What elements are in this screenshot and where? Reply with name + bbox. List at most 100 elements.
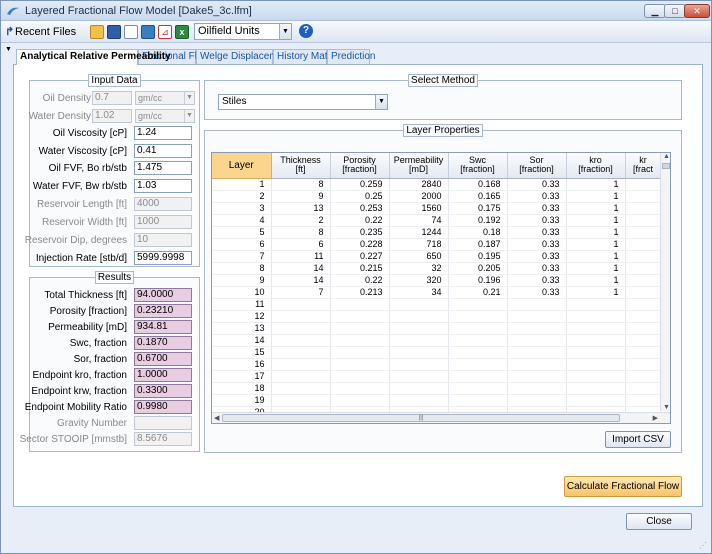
tab-history-match[interactable]: History Match — [273, 49, 338, 64]
table-cell[interactable]: 0.175 — [448, 202, 508, 215]
table-cell[interactable]: 0.33 — [507, 190, 567, 203]
horizontal-scrollbar[interactable]: ◀ ||| ▶ — [212, 412, 670, 423]
table-cell[interactable] — [271, 394, 331, 407]
table-cell[interactable]: 1 — [566, 202, 626, 215]
table-cell[interactable]: 9 — [271, 190, 331, 203]
table-cell[interactable] — [448, 394, 508, 407]
table-cell[interactable] — [448, 370, 508, 383]
excel-icon[interactable]: x — [175, 25, 189, 39]
table-cell[interactable] — [389, 334, 449, 347]
table-cell[interactable]: 0.21 — [448, 286, 508, 299]
water-viscosity-field[interactable]: 0.41 — [134, 144, 192, 158]
table-cell[interactable] — [448, 346, 508, 359]
table-row[interactable]: 15 — [212, 346, 662, 359]
table-cell[interactable] — [507, 298, 567, 311]
layer-number-cell[interactable]: 8 — [212, 262, 272, 275]
column-header[interactable]: Swc [fraction] — [448, 153, 508, 179]
column-header[interactable]: Thickness [ft] — [271, 153, 331, 179]
table-cell[interactable]: 0.195 — [448, 250, 508, 263]
table-cell[interactable] — [507, 334, 567, 347]
table-cell[interactable] — [330, 334, 390, 347]
table-cell[interactable]: 1560 — [389, 202, 449, 215]
table-cell[interactable]: 0.18 — [448, 226, 508, 239]
table-row[interactable]: 4 2 0.22 74 0.192 0.33 1 — [212, 214, 662, 227]
layer-number-cell[interactable]: 19 — [212, 394, 272, 407]
table-cell[interactable] — [271, 298, 331, 311]
table-cell[interactable]: 0.215 — [330, 262, 390, 275]
table-cell[interactable] — [625, 226, 662, 239]
table-cell[interactable]: 0.196 — [448, 274, 508, 287]
table-cell[interactable]: 0.33 — [507, 178, 567, 191]
table-cell[interactable]: 0.33 — [507, 214, 567, 227]
table-cell[interactable] — [271, 382, 331, 395]
table-cell[interactable] — [389, 358, 449, 371]
table-cell[interactable] — [389, 394, 449, 407]
table-cell[interactable]: 0.165 — [448, 190, 508, 203]
table-cell[interactable] — [389, 382, 449, 395]
table-cell[interactable] — [566, 298, 626, 311]
table-cell[interactable]: 1 — [566, 274, 626, 287]
table-cell[interactable] — [566, 346, 626, 359]
table-row[interactable]: 7 11 0.227 650 0.195 0.33 1 — [212, 250, 662, 263]
table-cell[interactable] — [625, 274, 662, 287]
table-cell[interactable] — [625, 238, 662, 251]
layer-number-cell[interactable]: 17 — [212, 370, 272, 383]
table-row[interactable]: 10 7 0.213 34 0.21 0.33 1 — [212, 286, 662, 299]
table-cell[interactable]: 6 — [271, 238, 331, 251]
table-cell[interactable]: 0.25 — [330, 190, 390, 203]
column-header[interactable]: Sor [fraction] — [507, 153, 567, 179]
table-cell[interactable]: 11 — [271, 250, 331, 263]
tab-prediction[interactable]: Prediction — [327, 49, 375, 64]
tab-analytical-relative-permeability[interactable]: Analytical Relative Permeability — [16, 49, 171, 65]
table-cell[interactable] — [389, 298, 449, 311]
table-cell[interactable] — [625, 370, 662, 383]
table-row[interactable]: 17 — [212, 370, 662, 383]
save-icon[interactable] — [107, 25, 121, 39]
oil-viscosity-field[interactable]: 1.24 — [134, 126, 192, 140]
column-header[interactable]: Layer — [212, 153, 272, 179]
table-row[interactable]: 2 9 0.25 2000 0.165 0.33 1 — [212, 190, 662, 203]
scroll-left-icon[interactable]: ◀ — [214, 414, 219, 422]
layer-number-cell[interactable]: 16 — [212, 358, 272, 371]
table-cell[interactable] — [566, 310, 626, 323]
table-row[interactable]: 12 — [212, 310, 662, 323]
table-cell[interactable] — [625, 358, 662, 371]
table-cell[interactable]: 1 — [566, 238, 626, 251]
vertical-scrollbar[interactable]: ▲ ▼ — [660, 153, 670, 411]
table-cell[interactable] — [330, 310, 390, 323]
table-cell[interactable] — [389, 322, 449, 335]
table-cell[interactable]: 1 — [566, 262, 626, 275]
table-row[interactable]: 9 14 0.22 320 0.196 0.33 1 — [212, 274, 662, 287]
table-cell[interactable]: 0.235 — [330, 226, 390, 239]
table-cell[interactable]: 0.187 — [448, 238, 508, 251]
table-row[interactable]: 6 6 0.228 718 0.187 0.33 1 — [212, 238, 662, 251]
column-header[interactable]: Permeability [mD] — [389, 153, 449, 179]
table-cell[interactable] — [566, 394, 626, 407]
scroll-down-icon[interactable]: ▼ — [663, 404, 670, 411]
table-cell[interactable] — [271, 346, 331, 359]
water-fvf-field[interactable]: 1.03 — [134, 179, 192, 193]
table-cell[interactable]: 32 — [389, 262, 449, 275]
monitor-icon[interactable] — [141, 25, 155, 39]
table-cell[interactable]: 0.192 — [448, 214, 508, 227]
table-cell[interactable] — [448, 310, 508, 323]
table-cell[interactable] — [448, 382, 508, 395]
table-cell[interactable] — [625, 310, 662, 323]
table-cell[interactable] — [625, 334, 662, 347]
table-cell[interactable] — [625, 214, 662, 227]
table-cell[interactable] — [566, 382, 626, 395]
table-row[interactable]: 13 — [212, 322, 662, 335]
table-cell[interactable] — [330, 382, 390, 395]
table-cell[interactable]: 0.253 — [330, 202, 390, 215]
table-cell[interactable] — [507, 370, 567, 383]
table-cell[interactable]: 8 — [271, 178, 331, 191]
table-cell[interactable] — [507, 394, 567, 407]
import-csv-button[interactable]: Import CSV — [605, 431, 671, 448]
table-cell[interactable] — [625, 178, 662, 191]
table-cell[interactable] — [330, 358, 390, 371]
table-cell[interactable] — [566, 370, 626, 383]
table-cell[interactable]: 7 — [271, 286, 331, 299]
table-cell[interactable]: 2000 — [389, 190, 449, 203]
table-row[interactable]: 11 — [212, 298, 662, 311]
table-cell[interactable] — [625, 262, 662, 275]
